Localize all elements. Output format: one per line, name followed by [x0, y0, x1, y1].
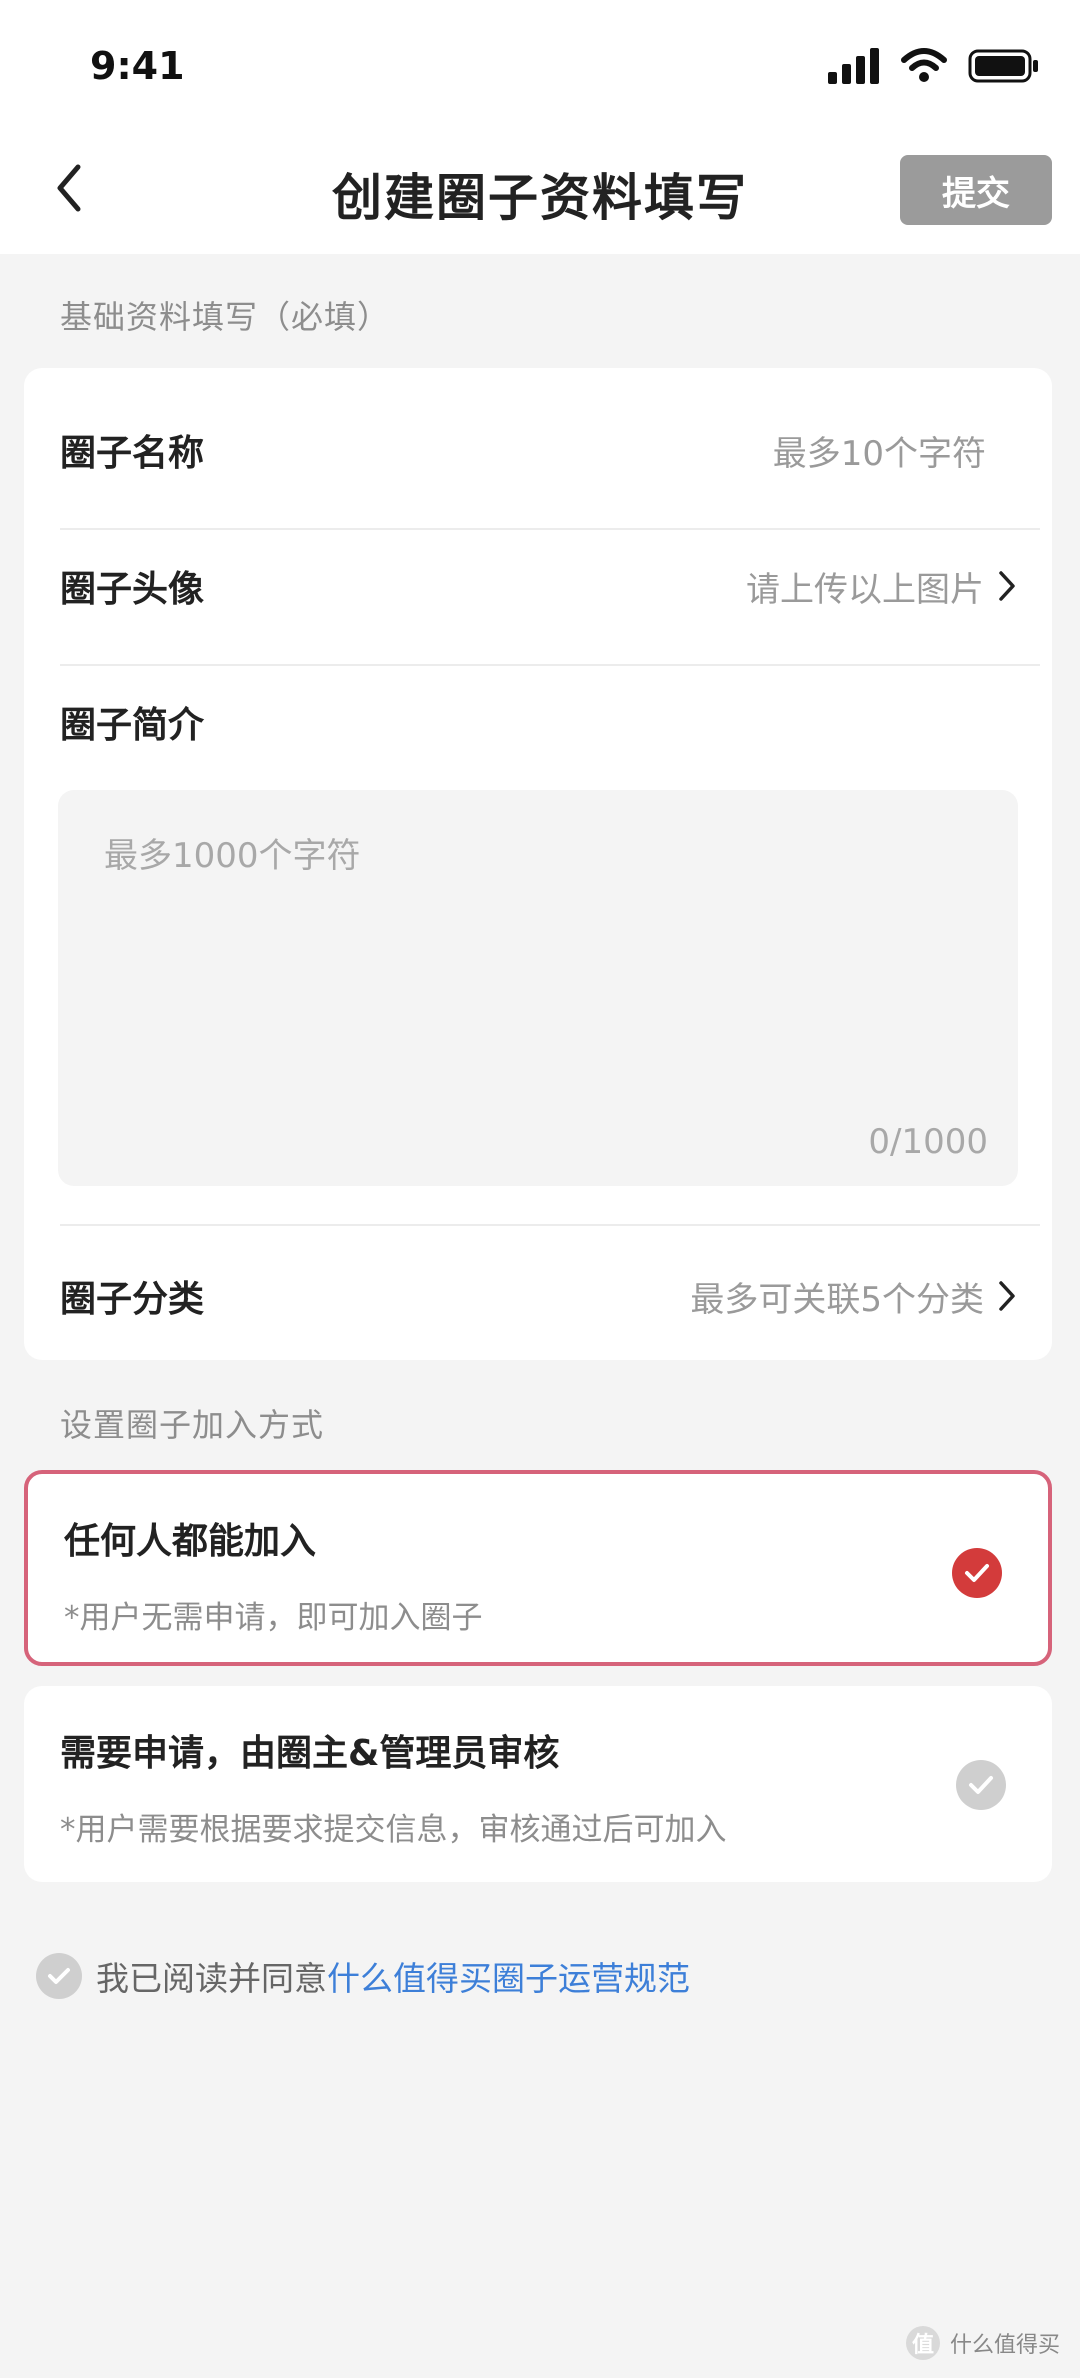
- circle-avatar-hint: 请上传以上图片: [746, 569, 984, 610]
- watermark-text: 什么值得买: [949, 2333, 1060, 2358]
- status-time: 9:41: [90, 44, 185, 88]
- join-option-apply[interactable]: 需要申请，由圈主&管理员审核 *用户需要根据要求提交信息，审核通过后可加入: [24, 1686, 1052, 1882]
- watermark: 值 什么值得买: [905, 2326, 1060, 2360]
- basic-info-card: 圈子名称 最多10个字符 圈子头像 请上传以上图片 圈子简介 最多1000个字符…: [24, 368, 1052, 1360]
- signal-icon: [828, 48, 879, 84]
- circle-intro-row: 圈子简介: [60, 692, 1016, 752]
- basic-section-label: 基础资料填写（必填）: [60, 298, 391, 336]
- watermark-logo: 值: [905, 2326, 940, 2360]
- join-option-anyone[interactable]: 任何人都能加入 *用户无需申请，即可加入圈子: [24, 1470, 1052, 1666]
- unchecked-radio-icon[interactable]: [956, 1760, 1006, 1810]
- agreement-text: 我已阅读并同意: [96, 1959, 327, 1998]
- battery-icon: [968, 49, 1038, 83]
- agreement-row: 我已阅读并同意 什么值得买圈子运营规范: [36, 1952, 690, 2000]
- header: 9:41 创建圈子资料填写 提交: [0, 0, 1080, 254]
- circle-name-input[interactable]: 最多10个字符: [773, 426, 986, 475]
- char-counter: 0/1000: [868, 1122, 988, 1162]
- circle-category-hint: 最多可关联5个分类: [690, 1279, 984, 1320]
- circle-intro-placeholder: 最多1000个字符: [104, 836, 361, 876]
- divider: [60, 1224, 1040, 1226]
- wifi-icon: [901, 48, 947, 82]
- chevron-right-icon: [999, 1281, 1015, 1311]
- checked-radio-icon[interactable]: [952, 1548, 1002, 1598]
- circle-intro-label: 圈子简介: [60, 705, 205, 746]
- option-desc: *用户无需申请，即可加入圈子: [64, 1600, 483, 1636]
- agreement-link[interactable]: 什么值得买圈子运营规范: [327, 1952, 690, 2000]
- option-title: 需要申请，由圈主&管理员审核: [60, 1733, 560, 1774]
- status-icons: [828, 44, 1040, 88]
- join-section-label: 设置圈子加入方式: [60, 1406, 325, 1444]
- create-circle-page: 9:41 创建圈子资料填写 提交 基础资料填写（必填） 圈子名称 最多10个字符…: [0, 0, 1080, 2378]
- submit-button[interactable]: 提交: [900, 155, 1052, 225]
- circle-name-placeholder: 最多10个字符: [772, 433, 986, 474]
- divider: [60, 664, 1040, 666]
- circle-name-row[interactable]: 圈子名称 最多10个字符: [60, 420, 1016, 480]
- circle-name-label: 圈子名称: [60, 433, 205, 474]
- circle-category-row[interactable]: 圈子分类 最多可关联5个分类: [60, 1266, 1016, 1326]
- divider: [60, 528, 1040, 530]
- agreement-checkbox-icon[interactable]: [36, 1953, 82, 1999]
- circle-avatar-label: 圈子头像: [60, 569, 205, 610]
- chevron-right-icon: [999, 571, 1015, 601]
- option-desc: *用户需要根据要求提交信息，审核通过后可加入: [60, 1812, 727, 1848]
- circle-intro-textarea[interactable]: 最多1000个字符 0/1000: [58, 790, 1018, 1186]
- option-title: 任何人都能加入: [64, 1521, 317, 1562]
- circle-avatar-row[interactable]: 圈子头像 请上传以上图片: [60, 556, 1016, 616]
- circle-category-label: 圈子分类: [60, 1279, 205, 1320]
